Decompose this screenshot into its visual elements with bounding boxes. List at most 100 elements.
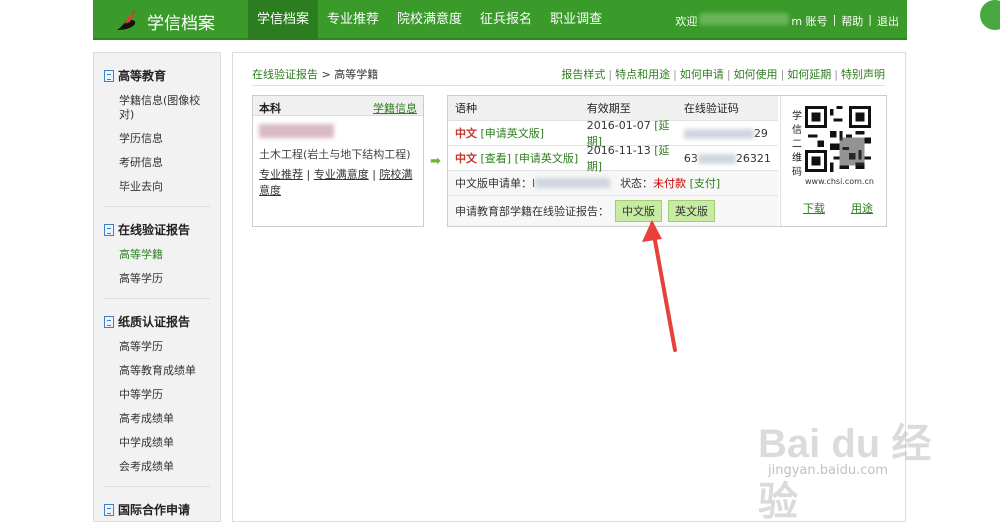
sidebar-item-secondary-degree[interactable]: 中等学历 bbox=[104, 388, 210, 402]
col-code: 在线验证码 bbox=[683, 102, 739, 115]
cell-expiry: 2016-11-13 [延期] bbox=[587, 142, 684, 174]
code-redacted bbox=[683, 128, 754, 139]
apply-english-link[interactable]: [申请英文版] bbox=[515, 152, 579, 165]
qr-links: 下载 用途 bbox=[803, 200, 873, 216]
major-recommend-link[interactable]: 专业推荐 bbox=[259, 168, 303, 181]
sidebar-item-paper-higher-degree[interactable]: 高等学历 bbox=[104, 340, 210, 354]
qr-usage-link[interactable]: 用途 bbox=[851, 200, 873, 216]
lang-label: 中文 bbox=[455, 152, 477, 165]
sidebar-item-gaokao-transcript[interactable]: 高考成绩单 bbox=[104, 412, 210, 426]
cell-language: 中文 [查看] [申请英文版] bbox=[455, 150, 587, 166]
sidebar: 高等教育 学籍信息(图像校对) 学历信息 考研信息 毕业去向 在线验证报告 高等… bbox=[93, 52, 221, 522]
account-link[interactable]: m 账号 bbox=[791, 13, 827, 29]
link-how-to-extend[interactable]: 如何延期 bbox=[787, 68, 831, 81]
breadcrumb-current: 高等学籍 bbox=[334, 68, 379, 81]
nav-item-career-survey[interactable]: 职业调查 bbox=[541, 0, 611, 40]
welcome-text: 欢迎 bbox=[675, 15, 698, 28]
document-icon bbox=[104, 315, 114, 328]
nav-item-major-recommend[interactable]: 专业推荐 bbox=[318, 0, 388, 40]
logout-link[interactable]: 退出 bbox=[877, 13, 899, 29]
lang-label: 中文 bbox=[455, 127, 477, 140]
sidebar-item-degree-info[interactable]: 学历信息 bbox=[104, 132, 210, 146]
link-report-style[interactable]: 报告样式 bbox=[561, 68, 605, 81]
breadcrumb-link-online-report[interactable]: 在线验证报告 bbox=[252, 68, 318, 81]
code-redacted bbox=[697, 153, 736, 164]
separator: | bbox=[608, 68, 613, 81]
status-unpaid: 未付款 bbox=[653, 177, 687, 190]
sidebar-title-text: 高等教育 bbox=[118, 69, 167, 83]
sidebar-item-postgrad-info[interactable]: 考研信息 bbox=[104, 156, 210, 170]
col-language: 语种 bbox=[455, 102, 477, 115]
sidebar-item-huikao-transcript[interactable]: 会考成绩单 bbox=[104, 460, 210, 474]
card-links: 专业推荐 | 专业满意度 | 院校满意度 bbox=[259, 168, 413, 197]
corner-badge bbox=[980, 0, 1000, 30]
divider bbox=[104, 486, 210, 487]
degree-level: 本科 bbox=[259, 102, 281, 115]
pay-link[interactable]: [支付] bbox=[690, 175, 721, 191]
main-nav: 学信档案 专业推荐 院校满意度 征兵报名 职业调查 bbox=[248, 0, 611, 40]
sidebar-section-paper-report: 纸质认证报告 高等学历 高等教育成绩单 中等学历 高考成绩单 中学成绩单 会考成… bbox=[94, 313, 220, 487]
cell-language: 中文 [申请英文版] bbox=[455, 125, 587, 141]
expiry-date: 2016-11-13 bbox=[586, 144, 651, 157]
app-logo[interactable]: 学信档案 bbox=[113, 6, 215, 37]
document-icon bbox=[104, 503, 114, 516]
chinese-version-button[interactable]: 中文版 bbox=[615, 200, 662, 222]
nav-item-recruitment[interactable]: 征兵报名 bbox=[471, 0, 541, 40]
english-version-button[interactable]: 英文版 bbox=[668, 200, 715, 222]
user-menu: 欢迎 m 账号 | 帮助 | 退出 bbox=[675, 13, 899, 29]
breadcrumb-sep: > bbox=[318, 68, 335, 81]
apply-english-link[interactable]: [申请英文版] bbox=[481, 127, 545, 140]
code-head: 63 bbox=[683, 151, 698, 165]
sidebar-title-text: 国际合作申请 bbox=[118, 503, 191, 517]
sidebar-section-title[interactable]: 国际合作申请 bbox=[104, 501, 210, 518]
qr-download-link[interactable]: 下载 bbox=[803, 200, 825, 216]
report-panel: 语种 有效期至 在线验证码 中文 [申请英文版] 2016-01-07 [延期]… bbox=[447, 95, 887, 227]
apply-report-label: 申请教育部学籍在线验证报告： bbox=[455, 205, 609, 218]
sidebar-section-title: 纸质认证报告 bbox=[104, 313, 210, 330]
sidebar-title-text: 在线验证报告 bbox=[118, 223, 191, 237]
table-row: 中文 [查看] [申请英文版] 2016-11-13 [延期] 63 26321 bbox=[448, 144, 778, 173]
qr-label: 学信二维码 bbox=[792, 111, 802, 178]
sidebar-section-online-report: 在线验证报告 高等学籍 高等学历 bbox=[94, 221, 220, 299]
username-redacted bbox=[699, 13, 790, 25]
help-link[interactable]: 帮助 bbox=[841, 13, 863, 29]
sidebar-item-higher-enrollment[interactable]: 高等学籍 bbox=[104, 248, 210, 262]
sidebar-section-higher-education: 高等教育 学籍信息(图像校对) 学历信息 考研信息 毕业去向 bbox=[94, 67, 220, 207]
col-expiry: 有效期至 bbox=[586, 102, 631, 115]
divider bbox=[104, 206, 210, 207]
sidebar-title-text: 纸质认证报告 bbox=[118, 315, 191, 329]
status-label: 状态： bbox=[620, 177, 654, 190]
student-info-card: 本科 学籍信息 土木工程(岩土与地下结构工程) 专业推荐 | 专业满意度 | 院… bbox=[252, 95, 424, 227]
view-link[interactable]: [查看] bbox=[481, 152, 512, 165]
application-number-redacted bbox=[535, 178, 611, 188]
document-icon bbox=[104, 69, 114, 82]
qr-code-image bbox=[805, 106, 871, 172]
arrow-right-icon: ➡ bbox=[430, 154, 441, 169]
link-how-to-apply[interactable]: 如何申请 bbox=[680, 68, 724, 81]
sidebar-item-enrollment-info[interactable]: 学籍信息(图像校对) bbox=[104, 94, 210, 122]
nav-item-school-satisfaction[interactable]: 院校满意度 bbox=[388, 0, 471, 40]
report-table: 语种 有效期至 在线验证码 中文 [申请英文版] 2016-01-07 [延期]… bbox=[448, 96, 778, 226]
link-how-to-use[interactable]: 如何使用 bbox=[734, 68, 778, 81]
cell-code: 29 bbox=[683, 126, 778, 140]
document-icon bbox=[104, 223, 114, 236]
top-nav-bar: 学信档案 学信档案 专业推荐 院校满意度 征兵报名 职业调查 欢迎 m 账号 |… bbox=[93, 0, 907, 40]
school-name-redacted bbox=[259, 124, 334, 138]
baidu-watermark: Bai du 经验 jingyan.baidu.com bbox=[758, 405, 968, 524]
sidebar-section-title: 高等教育 bbox=[104, 67, 210, 84]
qr-panel: 学信二维码 www.chsi.com.cn 下载 用途 bbox=[780, 96, 886, 226]
help-links: 报告样式 | 特点和用途 | 如何申请 | 如何使用 | 如何延期 | 特别声明 bbox=[561, 66, 885, 82]
link-features[interactable]: 特点和用途 bbox=[615, 68, 670, 81]
enrollment-info-link[interactable]: 学籍信息 bbox=[373, 100, 417, 115]
separator: | bbox=[726, 68, 731, 81]
link-disclaimer[interactable]: 特别声明 bbox=[841, 68, 885, 81]
sidebar-item-graduation-destination[interactable]: 毕业去向 bbox=[104, 180, 210, 194]
card-header: 本科 学籍信息 bbox=[253, 96, 423, 116]
sidebar-item-higher-degree[interactable]: 高等学历 bbox=[104, 272, 210, 286]
nav-item-xuexin[interactable]: 学信档案 bbox=[248, 0, 319, 40]
sidebar-item-higher-transcript[interactable]: 高等教育成绩单 bbox=[104, 364, 210, 378]
major-satisfaction-link[interactable]: 专业满意度 bbox=[314, 168, 369, 181]
code-tail: 29 bbox=[753, 126, 768, 140]
separator: | bbox=[868, 13, 872, 26]
sidebar-item-middle-school-transcript[interactable]: 中学成绩单 bbox=[104, 436, 210, 450]
